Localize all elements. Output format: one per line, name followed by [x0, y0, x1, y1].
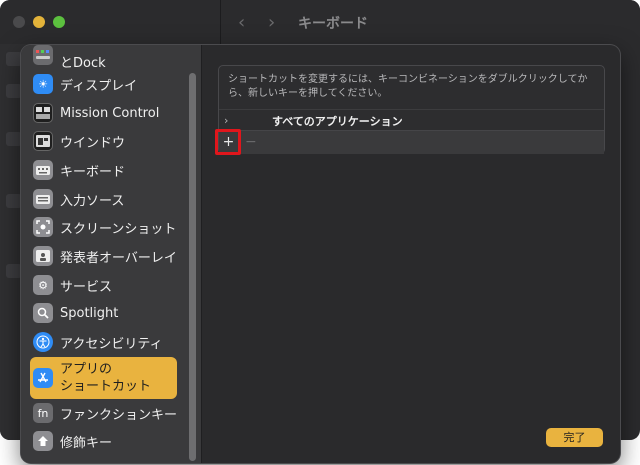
sidebar-item-accessibility[interactable]: アクセシビリティ	[30, 328, 177, 356]
sidebar-item-label: Spotlight	[60, 305, 119, 321]
background-sidebar-icon	[6, 132, 22, 146]
sidebar-item-label: アクセシビリティ	[60, 336, 163, 352]
zoom-window-button[interactable]	[53, 16, 65, 28]
screenshot-icon	[33, 217, 53, 237]
keyboard-icon	[33, 160, 53, 180]
mission-control-icon	[33, 103, 53, 123]
fn-icon: fn	[33, 403, 53, 423]
sidebar-item-input-sources[interactable]: 入力ソース	[30, 185, 177, 213]
modifier-key-icon	[33, 431, 53, 451]
sidebar-item-presenter-overlay[interactable]: 発表者オーバーレイ	[30, 242, 177, 270]
sidebar-item-label: Mission Control	[60, 105, 160, 121]
sun-icon: ☀	[33, 74, 53, 94]
background-sidebar-icon	[6, 194, 22, 208]
panel-separator	[219, 109, 604, 110]
sidebar-item-label: とDock	[60, 56, 106, 71]
magnifier-icon	[33, 303, 53, 323]
sidebar-item-label: スクリーンショット	[60, 221, 177, 237]
forward-button[interactable]: ›	[268, 12, 275, 33]
dock-icon	[33, 45, 53, 65]
sidebar-item-keyboard[interactable]: キーボード	[30, 156, 177, 184]
background-sidebar-icon	[6, 52, 22, 66]
sheet-sidebar: とDock ☀ ディスプレイ Mission Control ウインドウ キーボ…	[21, 45, 201, 463]
background-sidebar-icon	[6, 84, 22, 98]
all-applications-row[interactable]: すべてのアプリケーション	[272, 113, 403, 129]
sidebar-item-mission-control[interactable]: Mission Control	[30, 99, 177, 127]
sidebar-item-label-line2: ショートカット	[60, 379, 152, 394]
app-store-icon	[33, 368, 53, 388]
sidebar-item-function-keys[interactable]: fn ファンクションキー	[30, 399, 177, 427]
presenter-icon	[33, 246, 53, 266]
list-toolbar: + −	[219, 130, 604, 154]
gears-icon: ⚙	[33, 275, 53, 295]
back-button[interactable]: ‹	[238, 12, 245, 33]
highlight-annotation	[215, 129, 241, 155]
sidebar-item-label: キーボード	[60, 164, 126, 180]
sidebar-item-label: サービス	[60, 279, 113, 295]
background-sidebar-icon	[6, 264, 22, 278]
sheet-divider	[201, 45, 202, 463]
chevron-right-icon[interactable]: ›	[224, 114, 228, 127]
sidebar-item-label: ファンクションキー	[60, 407, 178, 423]
window-icon	[33, 131, 53, 151]
sidebar-scrollbar[interactable]	[189, 73, 196, 461]
shortcuts-panel: ショートカットを変更するには、キーコンビネーションをダブルクリックしてから、新し…	[218, 65, 605, 154]
sidebar-item-spotlight[interactable]: Spotlight	[30, 299, 177, 327]
sidebar-item-display[interactable]: ☀ ディスプレイ	[30, 70, 177, 98]
sidebar-item-app-shortcuts[interactable]: アプリの ショートカット	[30, 357, 177, 399]
sidebar-item-label: 入力ソース	[60, 193, 125, 209]
app-shortcuts-sheet: とDock ☀ ディスプレイ Mission Control ウインドウ キーボ…	[21, 45, 620, 463]
window-titlebar: ‹ › キーボード	[0, 0, 640, 44]
close-window-button[interactable]	[13, 16, 25, 28]
remove-shortcut-button[interactable]: −	[245, 133, 257, 151]
sidebar-item-modifier-keys[interactable]: 修飾キー	[30, 427, 177, 455]
accessibility-icon	[33, 332, 53, 352]
sidebar-item-label: 修飾キー	[60, 435, 113, 451]
input-source-icon	[33, 189, 53, 209]
done-button[interactable]: 完了	[546, 428, 603, 447]
shortcut-instructions: ショートカットを変更するには、キーコンビネーションをダブルクリックしてから、新し…	[228, 74, 588, 99]
sidebar-item-label: ディスプレイ	[60, 78, 138, 94]
sidebar-item-label: 発表者オーバーレイ	[60, 250, 177, 266]
sidebar-item-label: ウインドウ	[60, 135, 126, 151]
sidebar-item-window[interactable]: ウインドウ	[30, 127, 177, 155]
sidebar-item-services[interactable]: ⚙ サービス	[30, 271, 177, 299]
minimize-window-button[interactable]	[33, 16, 45, 28]
sidebar-item-label: アプリの ショートカット	[60, 361, 151, 395]
sidebar-item-screenshot[interactable]: スクリーンショット	[30, 213, 177, 241]
sidebar-item-label-line1: アプリの	[60, 362, 113, 377]
window-title: キーボード	[298, 16, 368, 32]
